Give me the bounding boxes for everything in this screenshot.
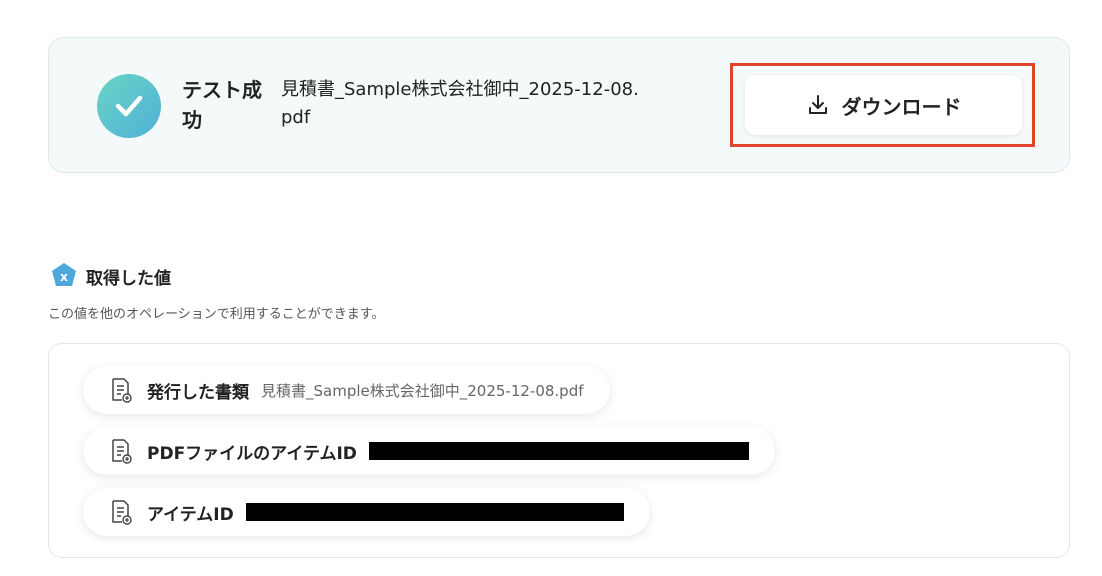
redacted-value (368, 442, 749, 460)
test-status-text: テスト成功 (182, 78, 262, 132)
download-button[interactable]: ダウンロード (745, 75, 1022, 135)
section-description: この値を他のオペレーションで利用することができます。 (48, 307, 385, 322)
svg-text:x: x (60, 270, 68, 284)
document-add-icon (112, 378, 132, 403)
value-text: 見積書_Sample株式会社御中_2025-12-08.pdf (261, 381, 584, 400)
value-item-item-id[interactable]: アイテムID (83, 488, 650, 536)
values-card: 発行した書類 見積書_Sample株式会社御中_2025-12-08.pdf P… (48, 343, 1070, 558)
value-item-pdf-item-id[interactable]: PDFファイルのアイテムID (83, 427, 775, 475)
redacted-value (245, 503, 624, 521)
document-add-icon (112, 500, 132, 525)
value-label: 発行した書類 (147, 382, 249, 403)
value-item-issued-document[interactable]: 発行した書類 見積書_Sample株式会社御中_2025-12-08.pdf (83, 366, 610, 414)
value-label: アイテムID (147, 504, 234, 525)
page: テスト成功 見積書_Sample株式会社御中_2025-12-08.pdf ダウ… (0, 0, 1102, 576)
document-add-icon (112, 439, 132, 464)
success-check-icon (97, 74, 161, 138)
variable-icon: x (52, 263, 76, 286)
download-icon (808, 95, 827, 114)
download-button-label: ダウンロード (841, 94, 962, 119)
result-file-name: 見積書_Sample株式会社御中_2025-12-08.pdf (281, 79, 639, 128)
test-result-card: テスト成功 見積書_Sample株式会社御中_2025-12-08.pdf ダウ… (48, 37, 1070, 173)
value-label: PDFファイルのアイテムID (147, 443, 357, 464)
section-title: 取得した値 (86, 269, 171, 289)
